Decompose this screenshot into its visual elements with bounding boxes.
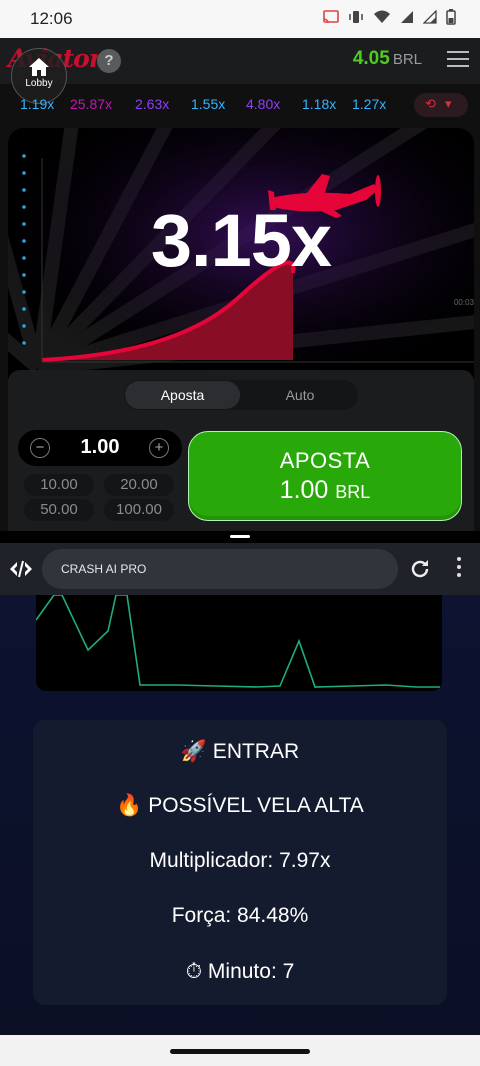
history-toggle-button[interactable]: ⟲ ▾ bbox=[414, 93, 468, 117]
reload-icon[interactable] bbox=[408, 557, 432, 581]
tab-auto[interactable]: Auto bbox=[244, 381, 356, 409]
tab-bet[interactable]: Aposta bbox=[125, 381, 240, 409]
signal-graph-line bbox=[35, 594, 440, 688]
game-header: Aviator ? 4.05BRL bbox=[0, 38, 480, 84]
menu-icon bbox=[447, 51, 469, 53]
more-options-button[interactable] bbox=[454, 557, 464, 581]
help-button[interactable]: ? bbox=[97, 49, 121, 73]
browser-toolbar: CRASH AI PRO bbox=[0, 543, 480, 595]
quick-amount-button[interactable]: 20.00 bbox=[104, 474, 174, 496]
bet-button-currency: BRL bbox=[335, 482, 371, 502]
signal-icon bbox=[401, 11, 413, 23]
signal-multiplier: Multiplicador: 7.97x bbox=[149, 849, 331, 872]
flight-canvas: 3.15x 00:03 bbox=[8, 128, 474, 394]
gesture-nav-bar bbox=[0, 1035, 480, 1066]
balance-currency: BRL bbox=[392, 51, 422, 68]
signal-icon bbox=[423, 10, 437, 24]
decrease-bet-button[interactable]: − bbox=[30, 438, 50, 458]
history-item[interactable]: 2.63x bbox=[135, 96, 169, 112]
bet-mode-tabs: Aposta Auto bbox=[124, 380, 358, 410]
history-item[interactable]: 1.18x bbox=[302, 96, 336, 112]
chevron-down-icon: ▾ bbox=[445, 96, 452, 111]
signal-minute: ⏱ Minuto: 7 bbox=[185, 960, 295, 983]
history-item[interactable]: 1.55x bbox=[191, 96, 225, 112]
home-gesture-handle[interactable] bbox=[170, 1049, 310, 1054]
more-vert-icon bbox=[457, 557, 461, 561]
quick-amount-button[interactable]: 50.00 bbox=[24, 499, 94, 521]
crash-ai-page: 🚀 ENTRAR 🔥 POSSÍVEL VELA ALTA Multiplica… bbox=[0, 594, 480, 1035]
status-time: 12:06 bbox=[30, 9, 73, 28]
status-bar: 12:06 bbox=[0, 0, 480, 38]
divider-handle[interactable] bbox=[230, 535, 250, 538]
signal-alert: 🔥 POSSÍVEL VELA ALTA bbox=[116, 794, 364, 817]
round-timer: 00:03 bbox=[453, 298, 474, 307]
increase-bet-button[interactable]: + bbox=[149, 438, 169, 458]
vibrate-icon bbox=[349, 11, 363, 23]
home-icon bbox=[29, 58, 49, 76]
multiplier-history[interactable]: 1.19x 25.87x 2.63x 1.55x 4.80x 1.18x 1.2… bbox=[0, 88, 480, 120]
bet-amount-input[interactable]: 1.00 bbox=[58, 436, 142, 459]
cast-icon bbox=[323, 10, 339, 24]
place-bet-button[interactable]: APOSTA 1.00 BRL bbox=[188, 431, 462, 521]
history-icon: ⟲ bbox=[425, 96, 436, 111]
signal-enter: 🚀 ENTRAR bbox=[180, 740, 300, 763]
aviator-game: Aviator ? 4.05BRL Lobby 1.19x 25.87x 2.6… bbox=[0, 38, 480, 540]
bet-button-amount-line: 1.00 BRL bbox=[189, 476, 461, 505]
battery-icon bbox=[446, 9, 456, 25]
bet-button-amount: 1.00 bbox=[279, 476, 329, 504]
signal-graph bbox=[35, 594, 442, 691]
balance: 4.05 BRL bbox=[353, 48, 422, 70]
page-title: CRASH AI PRO bbox=[61, 562, 147, 576]
menu-button[interactable] bbox=[447, 51, 469, 69]
status-icons bbox=[323, 9, 456, 25]
quick-amount-button[interactable]: 10.00 bbox=[24, 474, 94, 496]
balance-value: 4.05 bbox=[352, 48, 390, 69]
history-item[interactable]: 4.80x bbox=[246, 96, 280, 112]
history-item[interactable]: 1.19x bbox=[20, 96, 54, 112]
signal-strength: Força: 84.48% bbox=[171, 904, 309, 927]
browser-logo-icon[interactable] bbox=[8, 559, 34, 579]
history-item[interactable]: 25.87x bbox=[70, 96, 112, 112]
address-bar[interactable]: CRASH AI PRO bbox=[42, 549, 398, 589]
wifi-icon bbox=[374, 10, 390, 23]
bet-button-label: APOSTA bbox=[279, 448, 371, 473]
bet-panel: Aposta Auto − 1.00 + 10.00 20.00 50.00 1… bbox=[8, 370, 474, 540]
current-multiplier: 3.15x bbox=[150, 199, 332, 282]
split-screen-divider[interactable] bbox=[0, 531, 480, 543]
signal-card: 🚀 ENTRAR 🔥 POSSÍVEL VELA ALTA Multiplica… bbox=[33, 720, 447, 1005]
history-item[interactable]: 1.27x bbox=[352, 96, 386, 112]
bet-amount-stepper: − 1.00 + 10.00 20.00 50.00 100.00 bbox=[18, 430, 182, 530]
quick-amount-button[interactable]: 100.00 bbox=[104, 499, 174, 521]
bet-amount-control: − 1.00 + bbox=[18, 430, 182, 466]
